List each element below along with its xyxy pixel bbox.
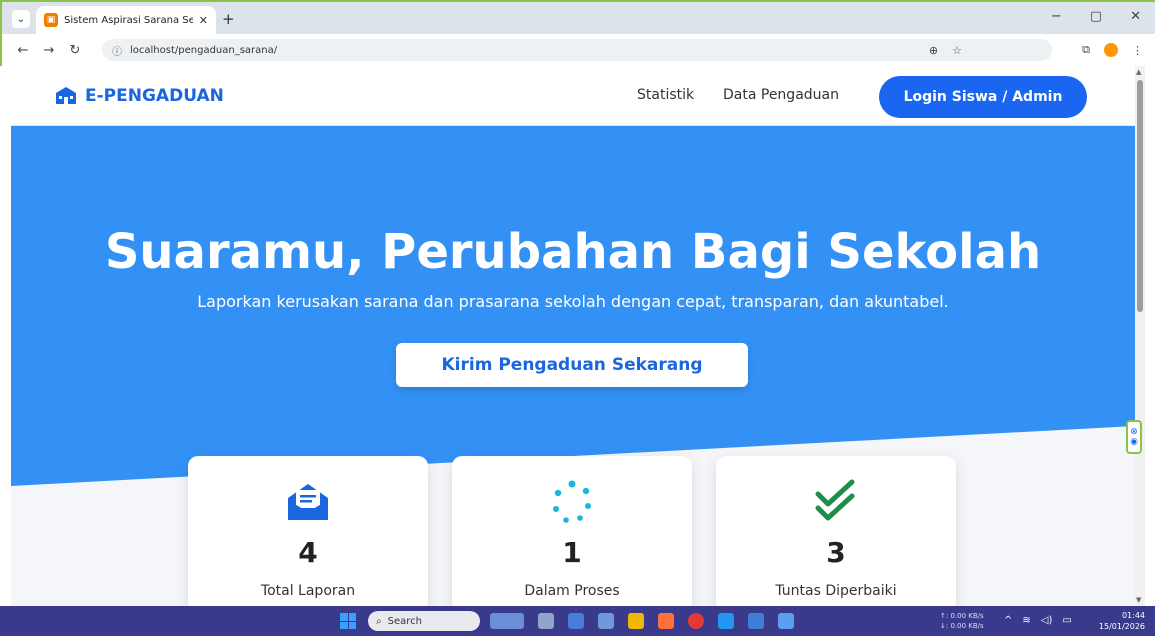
menu-dots-icon[interactable]: ⋮ [1132,44,1143,57]
forward-icon[interactable]: → [36,43,62,58]
page-scrollbar[interactable]: ▲ ▼ [1135,66,1145,606]
spinner-icon [553,480,591,523]
system-tray: ^ ≋ ◁) ▭ [1004,615,1072,626]
tray-chevron-icon[interactable]: ^ [1004,615,1012,626]
submit-complaint-button[interactable]: Kirim Pengaduan Sekarang [396,343,748,387]
address-bar: ← → ↻ ⓘ localhost/pengaduan_sarana/ ⊕ ☆ … [0,34,1155,66]
net-up-speed: ↑: 0.00 KB/s [940,612,984,620]
clock-date: 15/01/2026 [1098,622,1145,631]
os-taskbar: ⌕ Search ↑: 0.00 KB/s ↓: 0.00 KB/s ^ ≋ ◁… [0,606,1155,636]
stat-label-total: Total Laporan [260,583,356,599]
stat-card-in-progress: 1 Dalam Proses [452,456,692,606]
side-extension-widget[interactable]: ⊗ ◉ [1126,420,1142,454]
photos-icon[interactable] [598,613,614,629]
stat-card-total: 4 Total Laporan [188,456,428,606]
brand-name: E-PENGADUAN [85,86,224,106]
task-view-icon[interactable] [538,613,554,629]
firefox-icon[interactable] [658,613,674,629]
stat-label-resolved: Tuntas Diperbaiki [775,583,897,599]
login-button[interactable]: Login Siswa / Admin [879,76,1087,118]
word-icon[interactable] [748,613,764,629]
stat-label-in-progress: Dalam Proses [524,583,620,599]
profile-avatar[interactable] [1104,43,1118,57]
stat-value-in-progress: 1 [562,536,582,569]
scroll-down-icon[interactable]: ▼ [1136,596,1141,604]
taskbar-apps [490,613,794,629]
double-check-icon [815,479,855,521]
bookmark-star-icon[interactable]: ☆ [952,44,962,57]
taskbar-search-label: Search [387,615,422,627]
tab-list-icon[interactable]: ⌄ [12,10,30,28]
hero-title: Suaramu, Perubahan Bagi Sekolah [104,224,1042,280]
search-icon: ⌕ [376,615,382,627]
stat-value-total: 4 [298,536,318,569]
widgets-icon[interactable] [490,613,524,629]
stat-card-resolved: 3 Tuntas Diperbaiki [716,456,956,606]
nav-link-statistik[interactable]: Statistik [637,87,694,103]
chrome-icon[interactable] [688,613,704,629]
window-controls: − ▢ ✕ [1051,9,1141,24]
zoom-icon[interactable]: ⊕ [929,44,938,57]
close-widget-icon[interactable]: ⊗ [1130,427,1138,437]
clock-time: 01:44 [1121,611,1145,620]
stat-value-resolved: 3 [826,536,846,569]
wifi-icon[interactable]: ≋ [1022,615,1030,626]
reload-icon[interactable]: ↻ [62,43,88,58]
volume-icon[interactable]: ◁) [1041,615,1053,626]
net-down-speed: ↓: 0.00 KB/s [940,622,984,630]
url-text: localhost/pengaduan_sarana/ [130,44,278,56]
network-speed: ↑: 0.00 KB/s ↓: 0.00 KB/s [940,611,984,631]
scroll-up-icon[interactable]: ▲ [1136,68,1141,76]
site-favicon-icon: ▣ [44,13,58,27]
vscode-icon[interactable] [718,613,734,629]
tab-close-icon[interactable]: ✕ [199,14,208,27]
widget-icon[interactable]: ◉ [1130,437,1138,447]
taskbar-clock[interactable]: 01:44 15/01/2026 [1099,610,1145,632]
page-viewport: E-PENGADUAN Statistik Data Pengaduan Log… [11,66,1135,606]
url-input[interactable]: ⓘ localhost/pengaduan_sarana/ ⊕ ☆ [102,39,1052,61]
new-tab-icon[interactable]: + [222,10,235,28]
extensions-icon[interactable]: ⧉ [1082,43,1090,57]
back-icon[interactable]: ← [10,43,36,58]
notepad-icon[interactable] [778,613,794,629]
browser-tab[interactable]: ▣ Sistem Aspirasi Sarana Sekolah ✕ [36,6,216,34]
tab-title: Sistem Aspirasi Sarana Sekolah [64,14,193,26]
school-building-icon [56,87,76,104]
windows-start-icon[interactable] [340,613,356,629]
minimize-icon[interactable]: − [1051,9,1062,24]
scroll-thumb[interactable] [1137,80,1143,312]
restore-icon[interactable]: ▢ [1090,9,1102,24]
brand-logo[interactable]: E-PENGADUAN [55,86,224,106]
browser-tab-bar: ⌄ ▣ Sistem Aspirasi Sarana Sekolah ✕ + −… [0,0,1155,34]
store-icon[interactable] [568,613,584,629]
taskbar-search-input[interactable]: ⌕ Search [368,611,480,631]
envelope-icon [288,484,328,520]
close-window-icon[interactable]: ✕ [1130,9,1141,24]
site-info-icon[interactable]: ⓘ [112,43,122,58]
battery-icon[interactable]: ▭ [1062,615,1071,626]
nav-link-data-pengaduan[interactable]: Data Pengaduan [723,87,839,103]
hero-subtitle: Laporkan kerusakan sarana dan prasarana … [197,292,949,311]
site-navbar: E-PENGADUAN Statistik Data Pengaduan Log… [11,66,1135,126]
file-explorer-icon[interactable] [628,613,644,629]
